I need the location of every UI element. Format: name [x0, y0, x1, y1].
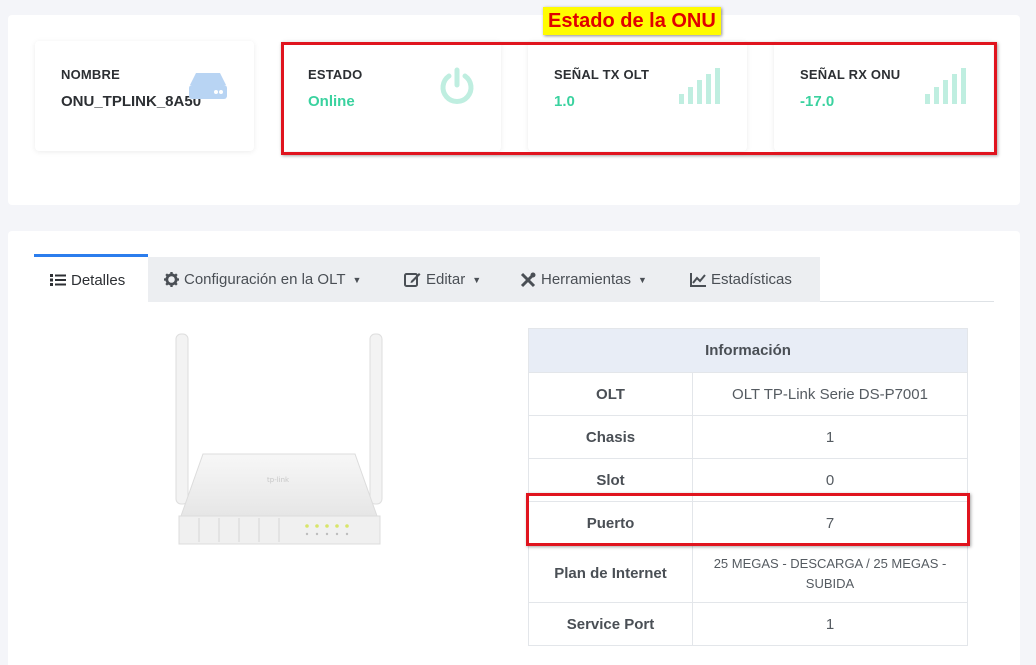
- card-nombre-label: NOMBRE: [61, 67, 120, 82]
- info-table-header: Información: [528, 328, 968, 373]
- tab-detalles-label: Detalles: [71, 271, 126, 289]
- info-key-chasis: Chasis: [528, 415, 693, 459]
- annotation-box-status: [281, 42, 997, 155]
- table-row: Chasis 1: [528, 415, 968, 459]
- tab-editar-label: Editar: [426, 271, 466, 288]
- tab-bar: Detalles Configuración en la OLT ▼ Edita…: [34, 254, 994, 303]
- chevron-down-icon: ▼: [352, 274, 362, 285]
- tab-estadisticas-label: Estadísticas: [711, 271, 792, 288]
- annotation-title: Estado de la ONU: [543, 7, 721, 35]
- info-value-plan: 25 MEGAS - DESCARGA / 25 MEGAS - SUBIDA: [692, 544, 968, 603]
- tab-estadisticas[interactable]: Estadísticas: [674, 257, 820, 302]
- info-key-service-port: Service Port: [528, 602, 693, 646]
- info-key-plan: Plan de Internet: [528, 544, 693, 603]
- tab-herramientas-label: Herramientas: [541, 271, 632, 288]
- table-row: OLT OLT TP-Link Serie DS-P7001: [528, 372, 968, 416]
- table-row: Service Port 1: [528, 602, 968, 646]
- device-brand-text: tp-link: [267, 476, 290, 484]
- list-icon: [50, 273, 66, 287]
- info-value-service-port: 1: [692, 602, 968, 646]
- drive-icon: [188, 71, 228, 106]
- tab-editar[interactable]: Editar ▼: [388, 257, 504, 302]
- tab-herramientas[interactable]: Herramientas ▼: [504, 257, 674, 302]
- info-value-olt: OLT TP-Link Serie DS-P7001: [692, 372, 968, 416]
- chevron-down-icon: ▼: [638, 274, 647, 285]
- info-key-olt: OLT: [528, 372, 693, 416]
- tab-configuracion-olt[interactable]: Configuración en la OLT ▼: [148, 257, 388, 302]
- card-nombre: NOMBRE ONU_TPLINK_8A50: [35, 41, 254, 151]
- chart-icon: [690, 272, 706, 287]
- card-nombre-value: ONU_TPLINK_8A50: [61, 93, 202, 110]
- device-image: tp-link: [165, 330, 390, 555]
- tools-icon: [520, 272, 536, 288]
- gear-icon: [164, 272, 179, 287]
- tab-configuracion-label: Configuración en la OLT: [184, 271, 346, 288]
- tab-detalles[interactable]: Detalles: [34, 254, 148, 303]
- annotation-box-puerto: [526, 493, 970, 546]
- edit-icon: [404, 272, 421, 287]
- info-table: Información OLT OLT TP-Link Serie DS-P70…: [528, 328, 968, 646]
- info-value-chasis: 1: [692, 415, 968, 459]
- chevron-down-icon: ▼: [472, 274, 482, 285]
- table-row: Plan de Internet 25 MEGAS - DESCARGA / 2…: [528, 544, 968, 603]
